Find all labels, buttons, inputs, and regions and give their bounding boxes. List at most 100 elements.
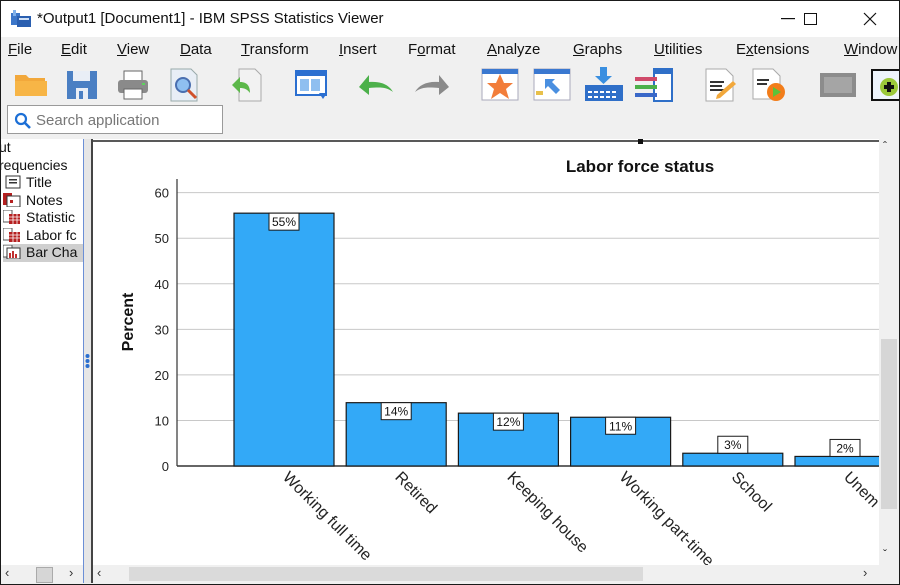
bar <box>233 212 335 467</box>
outline-item-title[interactable]: Title <box>3 174 52 192</box>
print-preview-button[interactable] <box>167 67 203 103</box>
spss-viewer-window: *Output1 [Document1] - IBM SPSS Statisti… <box>0 0 900 585</box>
print-icon <box>118 70 148 100</box>
horizontal-scroll-thumb[interactable] <box>129 567 643 581</box>
export-button[interactable] <box>229 67 265 103</box>
scroll-left-icon[interactable]: ‹ <box>5 565 9 580</box>
insert-cases-icon <box>585 67 623 101</box>
bar <box>682 452 784 467</box>
open-icon <box>15 75 47 96</box>
table-node-icon <box>3 228 20 242</box>
hide-button[interactable] <box>818 67 856 103</box>
data-label: 2% <box>836 441 854 455</box>
search-application-input[interactable]: Search application <box>7 105 223 134</box>
edit-script-button[interactable] <box>703 67 739 103</box>
designate-window-button[interactable] <box>871 67 899 103</box>
goto-case-button[interactable] <box>481 67 519 103</box>
y-tick-label: 40 <box>155 277 169 292</box>
bar <box>794 455 879 467</box>
outline-scroll-thumb[interactable] <box>36 567 53 583</box>
chart-title: Labor force status <box>566 157 714 176</box>
x-tick-label: School <box>728 469 775 516</box>
menu-format[interactable]: Format <box>408 41 456 58</box>
menu-bar: File Edit View Data Transform Insert Format Ana… <box>1 37 899 63</box>
x-tick-label: Retired <box>391 469 439 517</box>
menu-extensions[interactable]: Extensions <box>736 41 809 58</box>
run-script-button[interactable] <box>751 67 787 103</box>
menu-data[interactable]: Data <box>180 41 212 58</box>
close-icon <box>863 12 877 26</box>
menu-edit[interactable]: Edit <box>61 41 87 58</box>
title-bar: *Output1 [Document1] - IBM SPSS Statisti… <box>1 1 899 37</box>
outline-item-label: Statistic <box>26 209 76 225</box>
outline-item-folder[interactable]: requencies <box>1 157 68 175</box>
data-label: 14% <box>384 405 408 419</box>
undo-button[interactable] <box>357 67 393 103</box>
menu-utilities[interactable]: Utilities <box>654 41 702 58</box>
y-tick-label: 50 <box>155 231 169 246</box>
print-button[interactable] <box>115 67 151 103</box>
y-tick-label: 0 <box>162 459 169 474</box>
menu-transform[interactable]: Transform <box>241 41 309 58</box>
outline-item-label: ut <box>1 139 11 155</box>
designate-window-icon <box>871 69 899 101</box>
save-icon <box>67 71 97 99</box>
goto-variable-button[interactable] <box>533 67 571 103</box>
outline-item-label: requencies <box>1 157 68 173</box>
menu-insert[interactable]: Insert <box>339 41 377 58</box>
redo-button[interactable] <box>411 67 449 103</box>
search-icon <box>14 112 31 129</box>
menu-analyze[interactable]: Analyze <box>487 41 540 58</box>
outline-item-chart[interactable]: Bar Cha <box>3 244 83 262</box>
bar-chart[interactable]: Labor force status 0 10 20 30 40 50 60 Percent 55… <box>93 139 879 565</box>
scroll-left-icon[interactable]: ‹ <box>97 565 101 580</box>
maximize-button[interactable] <box>787 1 833 37</box>
scroll-right-icon[interactable]: › <box>69 565 73 580</box>
save-button[interactable] <box>64 67 100 103</box>
y-tick-label: 10 <box>155 413 169 428</box>
outline-item-notes[interactable]: Notes <box>3 192 63 210</box>
outline-pane: ut requenciesTitle NotesStatistic Labor fcB… <box>1 139 84 583</box>
notes-node-icon <box>3 193 21 207</box>
maximize-icon <box>803 12 817 25</box>
redo-icon <box>415 75 449 95</box>
data-label: 12% <box>496 415 520 429</box>
close-button[interactable] <box>847 1 893 37</box>
recall-dialog-button[interactable] <box>294 67 330 103</box>
y-tick-label: 30 <box>155 322 169 337</box>
scroll-right-icon[interactable]: › <box>863 565 867 580</box>
edit-script-icon <box>705 68 736 102</box>
menu-graphs[interactable]: Graphs <box>573 41 622 58</box>
scroll-down-icon[interactable]: ˇ <box>883 547 887 561</box>
outline-item-table[interactable]: Statistic <box>3 209 75 227</box>
scroll-up-icon[interactable]: ˆ <box>883 139 887 153</box>
insert-cases-button[interactable] <box>584 67 623 103</box>
window-title: *Output1 [Document1] - IBM SPSS Statisti… <box>37 10 384 27</box>
data-label: 3% <box>724 438 742 452</box>
outline-item-root[interactable]: ut <box>1 139 11 157</box>
y-tick-label: 60 <box>155 186 169 201</box>
outline-item-label: Notes <box>26 192 63 208</box>
table-node-icon <box>3 210 20 224</box>
spss-app-icon <box>11 10 31 27</box>
x-tick-label: Keeping house <box>504 469 592 557</box>
menu-view[interactable]: View <box>117 41 149 58</box>
menu-window[interactable]: Window <box>844 41 897 58</box>
horizontal-scrollbar[interactable]: ‹ › <box>93 565 879 583</box>
menu-file[interactable]: File <box>8 41 32 58</box>
pane-splitter[interactable] <box>84 139 93 583</box>
split-file-button[interactable] <box>634 67 673 103</box>
split-file-icon <box>635 68 673 102</box>
outline-horizontal-scrollbar[interactable]: ‹ › <box>1 565 83 583</box>
undo-icon <box>359 75 393 95</box>
goto-case-icon <box>481 68 519 101</box>
vertical-scrollbar[interactable]: ˆ ˇ <box>879 139 898 565</box>
outline-item-table[interactable]: Labor fc <box>3 227 77 245</box>
x-tick-label: Working full time <box>279 469 375 565</box>
y-tick-label: 20 <box>155 368 169 383</box>
search-placeholder: Search application <box>36 112 160 129</box>
output-content-pane: Labor force status 0 10 20 30 40 50 60 Percent 55… <box>93 139 879 565</box>
resize-handle <box>638 139 643 144</box>
vertical-scroll-thumb[interactable] <box>881 339 897 509</box>
open-button[interactable] <box>13 67 49 103</box>
